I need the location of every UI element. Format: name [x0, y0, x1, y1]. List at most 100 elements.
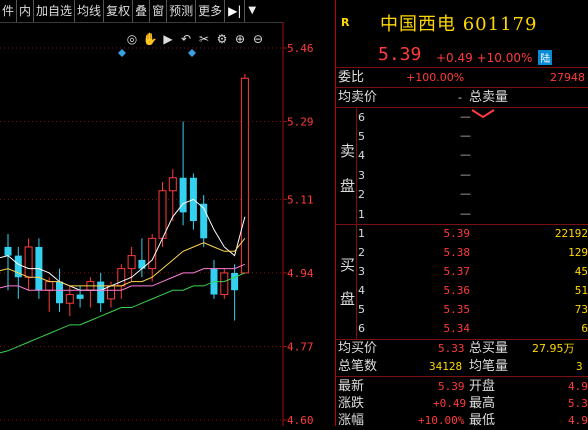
buy-level-volume: 6 — [581, 322, 588, 335]
buy-level-index: 2 — [358, 246, 365, 259]
trade-count-label: 总笔数 — [338, 359, 378, 374]
total-bid-label: 总买量 — [469, 341, 509, 356]
sell-level-index: 1 — [358, 208, 365, 221]
r-badge: R — [341, 16, 350, 29]
toolbar-item-8[interactable]: 更多 — [196, 0, 226, 22]
buy-level-index: 1 — [358, 227, 365, 240]
toolbar-item-4[interactable]: 复权 — [104, 0, 134, 22]
candle-body — [107, 285, 115, 300]
buy-level-price[interactable]: 5.39 — [444, 227, 471, 240]
buy-level-volume: 45 — [574, 265, 588, 278]
total-ask-label: 总卖量 — [469, 90, 509, 105]
buy-level-index: 4 — [358, 284, 365, 297]
sell-side-label: 卖 — [340, 142, 356, 160]
pct-label: 涨幅 — [338, 413, 365, 428]
avg-bid-value: 5.33 — [438, 342, 465, 355]
buy-level-price[interactable]: 5.36 — [444, 284, 471, 297]
sell-side-label-2: 盘 — [340, 177, 356, 195]
sell-level-index: 5 — [358, 130, 365, 143]
buy-level-volume: 51 — [574, 284, 588, 297]
weicha-value: 27948 — [550, 71, 585, 84]
candle-body — [45, 281, 54, 291]
candle-body — [4, 246, 12, 256]
candle-body — [220, 272, 229, 296]
buy-level-volume: 73 — [574, 303, 588, 316]
weibi-row: 委比 +100.00% 27948 — [336, 68, 588, 87]
divider-line — [336, 224, 588, 225]
stock-title: 中国西电 601179 — [380, 14, 538, 35]
y-tick-label: 5.29 — [287, 116, 314, 129]
chart-toolbar: 件 内 加自选 均线 复权 叠 窗 预测 更多 ▶| ▼ — [0, 0, 283, 23]
sell-level-volume: — — [460, 129, 471, 142]
toolbar-item-2[interactable]: 加自选 — [34, 0, 76, 22]
y-tick-label: 4.60 — [287, 414, 314, 426]
toolbar-item-5[interactable]: 叠 — [133, 0, 151, 22]
buy-side-label: 买 — [340, 256, 356, 274]
pct-value: +10.00% — [418, 414, 465, 427]
side-divider — [356, 107, 357, 225]
sell-level-index: 6 — [358, 111, 365, 124]
toolbar-item-0[interactable]: 件 — [0, 0, 18, 22]
sell-level-index: 3 — [358, 169, 365, 182]
candle-body — [24, 246, 33, 278]
toolbar-item-6[interactable]: 窗 — [150, 0, 168, 22]
last-price: 5.39 — [378, 44, 422, 65]
candle-body — [158, 190, 167, 239]
divider-line — [336, 107, 588, 108]
candle-body — [138, 259, 146, 269]
candle-body — [76, 294, 84, 299]
collapse-arrow-icon[interactable] — [468, 108, 498, 120]
y-tick-label: 5.46 — [287, 42, 314, 55]
candle-body — [168, 177, 177, 192]
buy-level-price[interactable]: 5.35 — [444, 303, 471, 316]
connect-tag: 陆 — [538, 50, 553, 65]
trade-count-value: 34128 — [429, 360, 463, 373]
buy-level-price[interactable]: 5.34 — [444, 322, 471, 335]
sell-level-index: 4 — [358, 149, 365, 162]
sell-level-volume: — — [460, 207, 471, 220]
weibi-label: 委比 — [338, 70, 365, 85]
low-value: 4.9 — [568, 414, 588, 427]
buy-level-index: 6 — [358, 322, 365, 335]
toolbar-item-1[interactable]: 内 — [17, 0, 35, 22]
avg-ask-label: 均卖价 — [338, 90, 378, 105]
change-value: +0.49 — [436, 51, 473, 65]
toolbar-item-3[interactable]: 均线 — [75, 0, 105, 22]
candle-body — [117, 268, 126, 287]
candle-body — [127, 255, 136, 270]
avg-trade-label: 均笔量 — [469, 359, 509, 374]
sell-level-volume: — — [460, 110, 471, 123]
toolbar-item-7[interactable]: 预测 — [167, 0, 197, 22]
avg-bid-row: 均买价 5.33 总买量 27.95万 — [336, 339, 588, 358]
buy-level-volume: 22192 — [554, 227, 588, 240]
toolbar-dropdown-button[interactable]: ▼ — [245, 0, 259, 22]
total-bid-value: 27.95万 — [532, 342, 575, 355]
y-tick-label: 4.77 — [287, 340, 314, 353]
candle-body — [231, 272, 239, 291]
avg-trade-value: 3 — [576, 360, 583, 373]
candle-body — [240, 77, 249, 274]
buy-side-label-2: 盘 — [340, 290, 356, 308]
total-ask-dash: - — [458, 91, 462, 104]
side-divider — [356, 224, 357, 340]
buy-level-index: 3 — [358, 265, 365, 278]
marker-diamond-icon — [118, 49, 126, 57]
weibi-value: +100.00% — [406, 71, 465, 84]
price-change: +0.49 +10.00% 陆 — [436, 50, 553, 65]
change-percent: +10.00% — [476, 51, 533, 65]
buy-level-volume: 129 — [568, 246, 588, 259]
buy-level-price[interactable]: 5.37 — [444, 265, 471, 278]
candle-body — [65, 294, 74, 304]
candlestick-chart[interactable]: 5.46 5.29 5.11 4.94 4.77 4.60 — [0, 22, 335, 426]
buy-level-price[interactable]: 5.38 — [444, 246, 471, 259]
quote-panel: R 中国西电 601179 5.39 +0.49 +10.00% 陆 委比 +1… — [336, 0, 588, 428]
toolbar-arrow-button[interactable]: ▶| — [225, 0, 246, 22]
y-tick-label: 5.11 — [287, 193, 314, 206]
sell-level-volume: — — [460, 187, 471, 200]
avg-bid-label: 均买价 — [338, 341, 378, 356]
candle-body — [56, 281, 63, 304]
candle-body — [148, 237, 157, 270]
low-label: 最低 — [469, 413, 496, 428]
trades-row: 总笔数 34128 均笔量 3 — [336, 357, 588, 376]
buy-level-index: 5 — [358, 303, 365, 316]
